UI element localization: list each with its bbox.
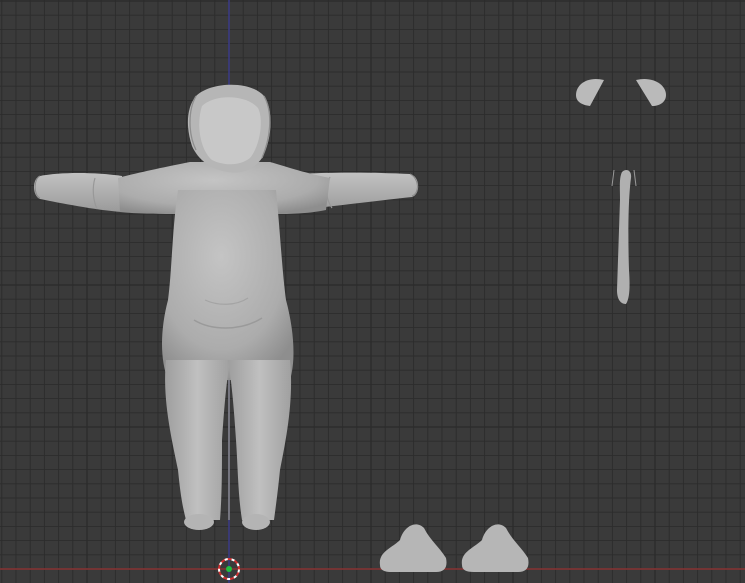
onesie-body-mesh[interactable]: [34, 84, 419, 530]
paws-mesh[interactable]: [379, 524, 529, 572]
viewport-canvas[interactable]: [0, 0, 745, 583]
viewport-grid: [0, 0, 745, 583]
ears-mesh[interactable]: [576, 78, 666, 106]
3d-viewport[interactable]: [0, 0, 745, 583]
tail-mesh[interactable]: [611, 169, 637, 304]
